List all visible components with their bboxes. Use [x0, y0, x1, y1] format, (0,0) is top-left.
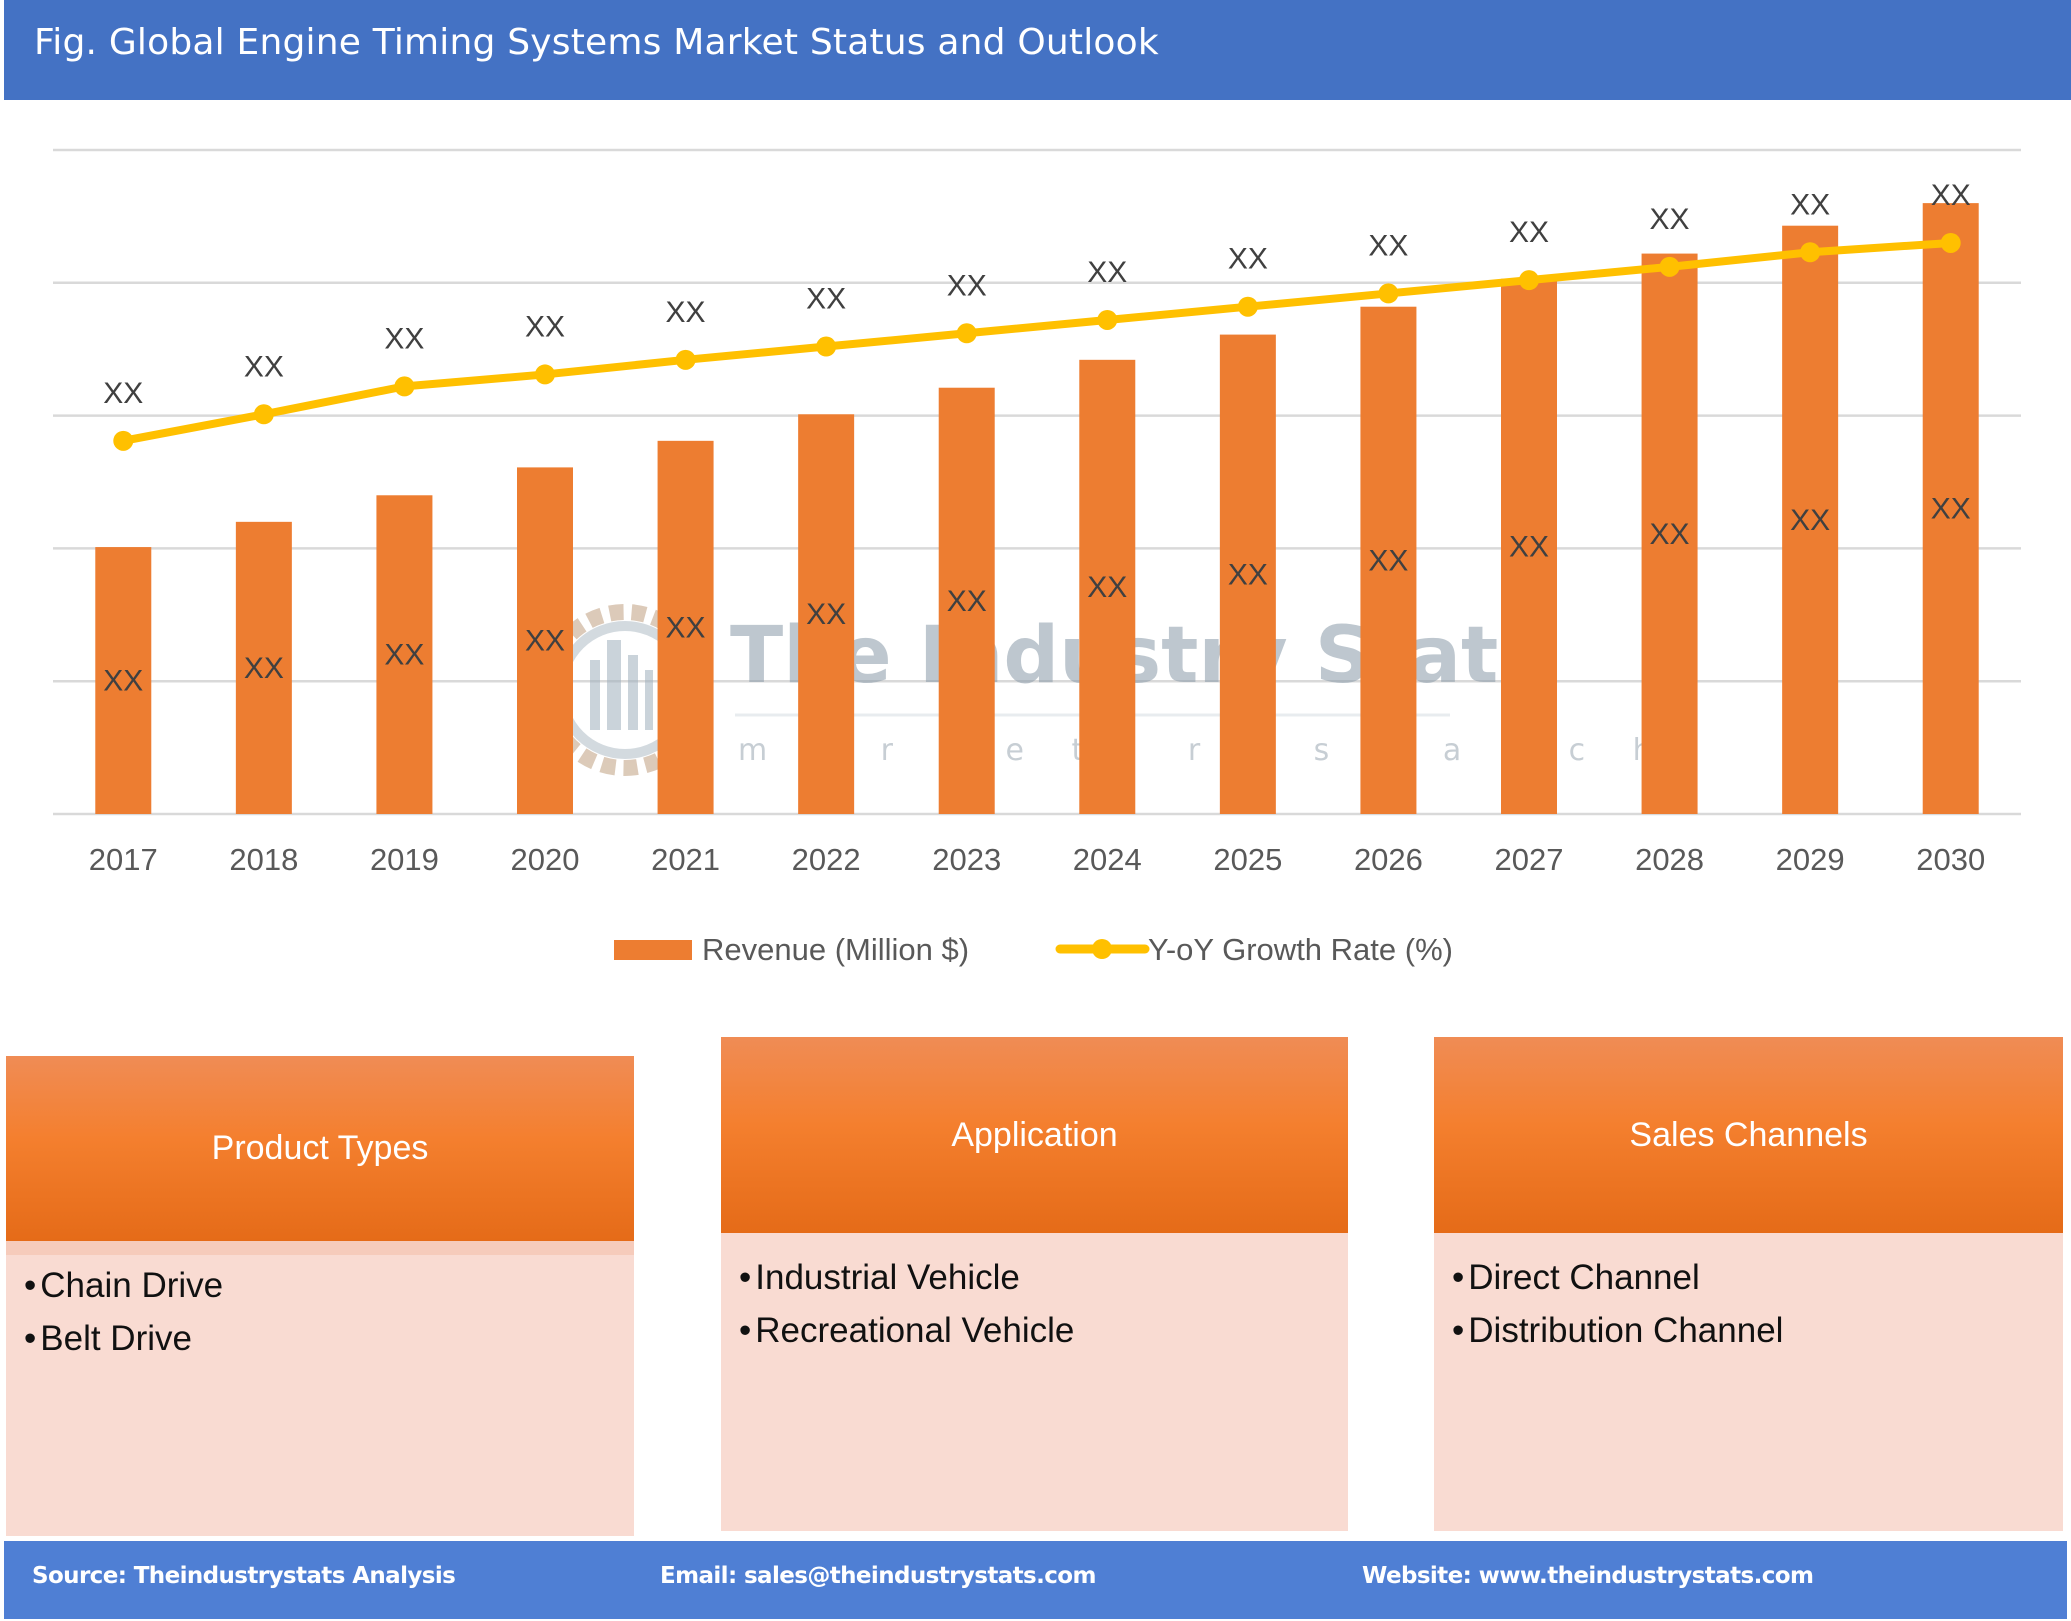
- footer-email[interactable]: Email: sales@theindustrystats.com: [660, 1563, 1096, 1589]
- header-bar: Fig. Global Engine Timing Systems Market…: [4, 0, 2071, 100]
- panel-body: Direct Channel Distribution Channel: [1434, 1233, 2063, 1531]
- panel-title: Application: [951, 1115, 1118, 1154]
- panel-header: Product Types: [6, 1056, 634, 1241]
- bar-data-label: XX: [1087, 571, 1127, 604]
- panel-title: Product Types: [211, 1129, 429, 1167]
- growth-data-label: XX: [525, 310, 565, 343]
- growth-point-2018: [253, 404, 274, 425]
- legend-marker-growth: [1092, 939, 1112, 959]
- growth-point-2029: [1800, 242, 1821, 263]
- footer-bar: Source: Theindustrystats Analysis Email:…: [4, 1541, 2067, 1619]
- list-item: Chain Drive: [24, 1259, 223, 1312]
- legend-label-revenue: Revenue (Million $): [702, 932, 969, 967]
- x-tick-label: 2019: [370, 842, 439, 877]
- footer-source: Source: Theindustrystats Analysis: [32, 1563, 456, 1589]
- growth-point-2026: [1378, 283, 1399, 304]
- bar-data-label: XX: [1509, 530, 1549, 563]
- growth-point-2020: [535, 364, 555, 385]
- revenue-bars: [95, 203, 1979, 815]
- bar-data-label: XX: [1650, 518, 1690, 551]
- panel-header: Application: [721, 1037, 1348, 1233]
- bar-data-label: XX: [1931, 493, 1971, 526]
- growth-point-2021: [675, 349, 696, 370]
- growth-data-label: XX: [1790, 188, 1830, 221]
- list-item: Recreational Vehicle: [739, 1304, 1074, 1357]
- growth-point-2028: [1659, 256, 1680, 277]
- list-item: Distribution Channel: [1452, 1304, 1783, 1357]
- panel-body: Industrial Vehicle Recreational Vehicle: [721, 1233, 1348, 1531]
- market-chart: The Industry Stats m a r k e t r e s e a…: [53, 148, 2021, 967]
- bar-data-label: XX: [666, 611, 706, 644]
- growth-point-2030: [1940, 232, 1961, 253]
- bar-data-label: XX: [1368, 544, 1408, 577]
- panel-list: Direct Channel Distribution Channel: [1452, 1251, 1783, 1357]
- panel-product-types: Product Types Chain Drive Belt Drive: [6, 1056, 634, 1536]
- growth-data-label: XX: [666, 296, 706, 329]
- panel-application: Application Industrial Vehicle Recreatio…: [721, 1037, 1348, 1531]
- x-tick-label: 2022: [792, 842, 861, 877]
- growth-data-label: XX: [1509, 216, 1549, 249]
- legend-label-growth: Y-oY Growth Rate (%): [1148, 932, 1453, 967]
- growth-point-2027: [1519, 270, 1539, 291]
- growth-point-2017: [113, 430, 134, 451]
- growth-point-2022: [816, 336, 837, 357]
- growth-data-label: XX: [947, 269, 987, 302]
- growth-data-label: XX: [384, 322, 424, 355]
- growth-point-2025: [1237, 296, 1258, 317]
- x-tick-label: 2023: [932, 842, 1001, 877]
- panel-body: Chain Drive Belt Drive: [6, 1241, 634, 1536]
- growth-data-label: XX: [244, 350, 284, 383]
- panel-band: [6, 1241, 634, 1255]
- growth-point-2024: [1097, 309, 1118, 330]
- panel-sales-channels: Sales Channels Direct Channel Distributi…: [1434, 1037, 2063, 1531]
- growth-point-2023: [956, 323, 977, 344]
- growth-data-label: XX: [1650, 203, 1690, 236]
- footer-website[interactable]: Website: www.theindustrystats.com: [1362, 1563, 1814, 1589]
- bar-data-label: XX: [384, 639, 424, 672]
- bar-data-label: XX: [806, 598, 846, 631]
- panel-header: Sales Channels: [1434, 1037, 2063, 1233]
- bar-data-label: XX: [244, 652, 284, 685]
- bar-data-label: XX: [525, 625, 565, 658]
- bar-data-label: XX: [103, 665, 143, 698]
- x-tick-label: 2017: [89, 842, 158, 877]
- x-tick-label: 2030: [1916, 842, 1985, 877]
- growth-point-2019: [394, 376, 415, 397]
- bar-data-label: XX: [947, 585, 987, 618]
- growth-data-label: XX: [1368, 229, 1408, 262]
- x-tick-label: 2024: [1073, 842, 1142, 877]
- panel-list: Industrial Vehicle Recreational Vehicle: [739, 1251, 1074, 1357]
- growth-data-label: XX: [103, 377, 143, 410]
- x-tick-label: 2027: [1495, 842, 1564, 877]
- x-tick-label: 2026: [1354, 842, 1423, 877]
- list-item: Belt Drive: [24, 1312, 223, 1365]
- bar-data-label: XX: [1790, 504, 1830, 537]
- page-title: Fig. Global Engine Timing Systems Market…: [34, 22, 1159, 63]
- x-tick-label: 2020: [511, 842, 580, 877]
- legend-swatch-revenue: [614, 940, 692, 960]
- panel-title: Sales Channels: [1629, 1115, 1868, 1154]
- x-tick-label: 2029: [1776, 842, 1845, 877]
- x-tick-label: 2018: [229, 842, 298, 877]
- growth-data-label: XX: [1087, 256, 1127, 289]
- x-axis-ticks: 2017 2018 2019 2020 2021 2022 2023 2024 2025 2026…: [89, 842, 1985, 877]
- list-item: Industrial Vehicle: [739, 1251, 1074, 1304]
- growth-data-label: XX: [806, 283, 846, 316]
- list-item: Direct Channel: [1452, 1251, 1783, 1304]
- growth-data-label: XX: [1931, 179, 1971, 212]
- bar-data-label: XX: [1228, 558, 1268, 591]
- x-tick-label: 2021: [651, 842, 720, 877]
- x-tick-label: 2025: [1213, 842, 1282, 877]
- x-tick-label: 2028: [1635, 842, 1704, 877]
- legend: Revenue (Million $) Y-oY Growth Rate (%): [614, 932, 1453, 967]
- panel-list: Chain Drive Belt Drive: [24, 1259, 223, 1365]
- growth-data-label: XX: [1228, 243, 1268, 276]
